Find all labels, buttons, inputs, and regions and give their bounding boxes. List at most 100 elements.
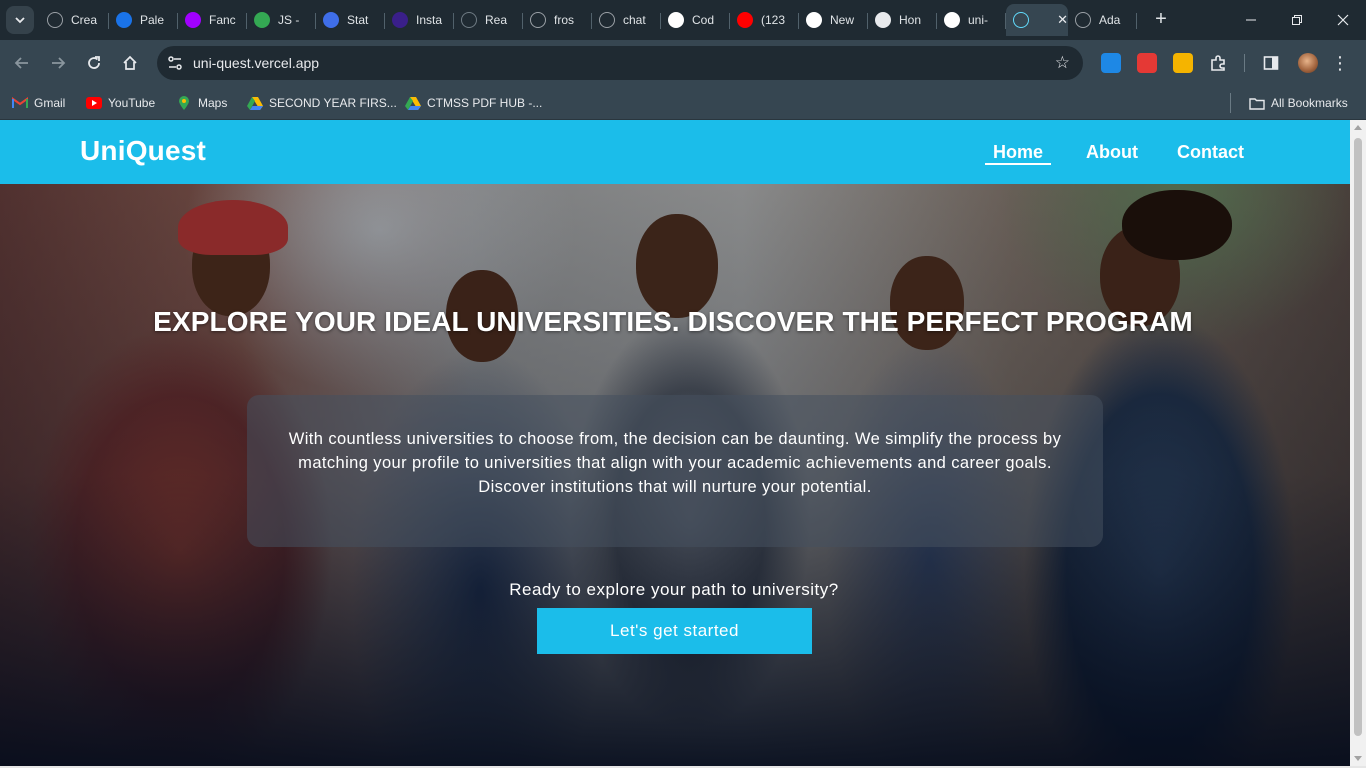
- tab[interactable]: Stat: [316, 4, 385, 36]
- react-icon: [1013, 12, 1029, 28]
- tab[interactable]: fros: [523, 4, 592, 36]
- headwrap: [178, 200, 288, 255]
- c-logo-icon: [116, 12, 132, 28]
- bookmark-ctmss[interactable]: CTMSS PDF HUB -...: [405, 93, 542, 113]
- side-panel-button[interactable]: [1259, 51, 1283, 75]
- tab[interactable]: Hon: [868, 4, 937, 36]
- brand-logo[interactable]: UniQuest: [80, 135, 206, 167]
- back-button[interactable]: [10, 51, 34, 75]
- hair: [1122, 190, 1232, 260]
- bookmark-second-year[interactable]: SECOND YEAR FIRS...: [247, 93, 397, 113]
- gmail-icon: [12, 95, 28, 111]
- scroll-up-icon[interactable]: [1354, 125, 1362, 130]
- home-icon: [123, 55, 137, 70]
- tab[interactable]: Crea: [40, 4, 109, 36]
- bookmark-star-icon[interactable]: ☆: [1055, 53, 1070, 73]
- tab[interactable]: Fanc: [178, 4, 247, 36]
- tab[interactable]: (123: [730, 4, 799, 36]
- tab-title: Pale: [140, 13, 165, 27]
- tab-title: (123: [761, 13, 786, 27]
- tab[interactable]: Pale: [109, 4, 178, 36]
- web-page: UniQuest Home About Contact EXPLORE YOUR…: [0, 120, 1350, 766]
- nav-contact[interactable]: Contact: [1177, 142, 1244, 163]
- page-scrollbar[interactable]: [1350, 120, 1366, 766]
- site-info-icon[interactable]: [166, 54, 184, 72]
- nav-home[interactable]: Home: [985, 142, 1052, 165]
- extension-translate-icon[interactable]: [1101, 53, 1121, 73]
- scroll-thumb[interactable]: [1354, 138, 1362, 736]
- chevron-down-icon: [15, 17, 25, 24]
- tab[interactable]: chat: [592, 4, 661, 36]
- home-button[interactable]: [118, 51, 142, 75]
- github-icon: [668, 12, 684, 28]
- reload-icon: [88, 56, 100, 69]
- all-bookmarks-button[interactable]: All Bookmarks: [1249, 93, 1348, 113]
- menu-button[interactable]: ⋮: [1328, 51, 1352, 75]
- restore-button[interactable]: [1274, 0, 1320, 40]
- avatar: [1298, 53, 1318, 73]
- reload-button[interactable]: [82, 51, 106, 75]
- bookmark-gmail[interactable]: Gmail: [12, 93, 65, 113]
- blob-icon: [185, 12, 201, 28]
- tab[interactable]: Insta: [385, 4, 454, 36]
- hero-headline: EXPLORE YOUR IDEAL UNIVERSITIES. DISCOVE…: [153, 306, 1193, 337]
- youtube-icon: [86, 95, 102, 111]
- tab-title: Insta: [416, 13, 443, 27]
- bookmark-maps[interactable]: Maps: [176, 93, 227, 113]
- shield-icon: [806, 12, 822, 28]
- drive-icon: [254, 12, 270, 28]
- tab[interactable]: JS -: [247, 4, 316, 36]
- tab-search-button[interactable]: [6, 6, 34, 34]
- close-icon: [1337, 14, 1349, 26]
- arrow-left-icon: [14, 57, 28, 69]
- tab-title: uni-: [968, 13, 989, 27]
- tab[interactable]: Ada: [1068, 4, 1137, 36]
- tab[interactable]: uni-: [937, 4, 1006, 36]
- tab[interactable]: Rea: [454, 4, 523, 36]
- tab[interactable]: New: [799, 4, 868, 36]
- tab-list: Crea Pale Fanc JS - Stat Insta Rea fros chat Cod (…: [40, 4, 1137, 36]
- all-bookmarks-label: All Bookmarks: [1271, 96, 1348, 110]
- bookmarks-bar: Gmail YouTube Maps SECOND YEAR FIRS... C…: [0, 86, 1366, 120]
- address-bar[interactable]: uni-quest.vercel.app ☆: [157, 46, 1083, 80]
- tab-title: JS -: [278, 13, 300, 27]
- extension-pocket-icon[interactable]: [1137, 53, 1157, 73]
- tab-title: Stat: [347, 13, 369, 27]
- minimize-icon: [1246, 19, 1256, 21]
- dots-icon: [875, 12, 891, 28]
- globe-icon: [1075, 12, 1091, 28]
- drive-icon: [247, 95, 263, 111]
- openai-icon: [599, 12, 615, 28]
- folder-icon: [1249, 95, 1265, 111]
- tab-active[interactable]: ✕: [1006, 4, 1068, 36]
- minimize-button[interactable]: [1228, 0, 1274, 40]
- tab-title: Rea: [485, 13, 508, 27]
- scroll-down-icon[interactable]: [1354, 756, 1362, 761]
- tab-title: Cod: [692, 13, 715, 27]
- hero-description: With countless universities to choose fr…: [288, 430, 1062, 496]
- toolbar-divider: [1244, 54, 1245, 72]
- forward-button[interactable]: [46, 51, 70, 75]
- side-panel-icon: [1263, 56, 1279, 70]
- globe-icon: [47, 12, 63, 28]
- tab-separator: [1136, 13, 1137, 29]
- bookmark-label: CTMSS PDF HUB -...: [427, 96, 543, 110]
- nav-about[interactable]: About: [1086, 142, 1138, 163]
- tab-close-icon[interactable]: ✕: [1057, 12, 1068, 28]
- tab[interactable]: Cod: [661, 4, 730, 36]
- site-navbar: UniQuest Home About Contact: [0, 120, 1350, 184]
- bookmark-divider: [1230, 93, 1231, 113]
- drive-icon: [405, 95, 421, 111]
- restore-icon: [1292, 15, 1302, 25]
- extension-folder-icon[interactable]: [1173, 53, 1193, 73]
- youtube-icon: [737, 12, 753, 28]
- maps-icon: [176, 95, 192, 111]
- tab-title: Ada: [1099, 13, 1121, 27]
- new-tab-button[interactable]: +: [1150, 8, 1172, 30]
- arrow-right-icon: [52, 57, 66, 69]
- get-started-button[interactable]: Let's get started: [537, 608, 812, 654]
- close-window-button[interactable]: [1320, 0, 1366, 40]
- extensions-button[interactable]: [1206, 51, 1230, 75]
- profile-avatar[interactable]: [1296, 51, 1320, 75]
- bookmark-youtube[interactable]: YouTube: [86, 93, 155, 113]
